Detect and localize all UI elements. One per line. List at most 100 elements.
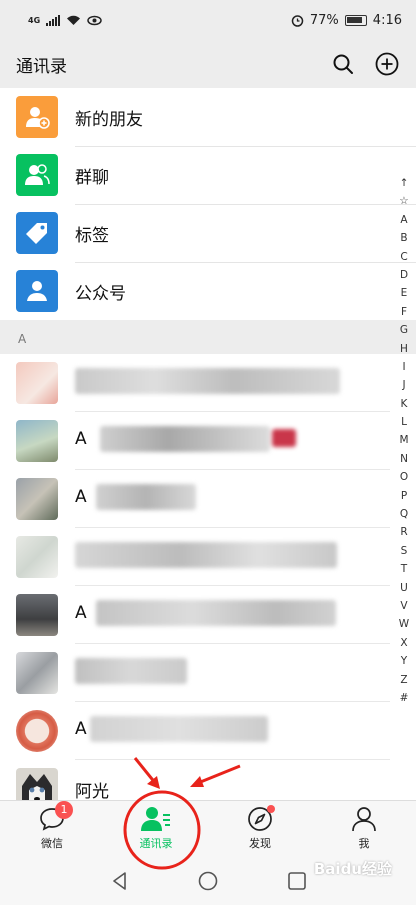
index-letter[interactable]: ↑ (400, 174, 409, 192)
app-header: 通讯录 (0, 40, 416, 88)
index-letter[interactable]: A (400, 211, 407, 229)
index-letter[interactable]: U (400, 579, 408, 597)
contact-row[interactable] (0, 528, 390, 586)
entry-label: 群聊 (75, 167, 109, 188)
signal-icon (46, 14, 61, 26)
contact-row[interactable]: A (0, 702, 390, 760)
tab-label: 微信 (41, 837, 63, 850)
index-letter[interactable]: C (400, 248, 407, 266)
tab-label: 通讯录 (139, 837, 173, 850)
notification-dot (267, 805, 275, 813)
index-letter[interactable]: O (400, 468, 408, 486)
tab-contacts[interactable]: 通讯录 (116, 805, 196, 857)
contact-avatar (16, 478, 58, 520)
new-friends-entry[interactable]: 新的朋友 (0, 88, 390, 146)
network-type: 4G (28, 15, 41, 25)
tab-me[interactable]: 我 (324, 805, 404, 857)
index-letter[interactable]: S (401, 542, 408, 560)
index-letter[interactable]: M (399, 431, 408, 449)
index-letter[interactable]: K (401, 395, 408, 413)
redacted-name (96, 484, 196, 510)
back-icon[interactable] (108, 869, 132, 893)
function-list: 新的朋友 群聊 标签 公众号 (0, 88, 416, 320)
wifi-icon (67, 15, 81, 25)
index-letter[interactable]: Z (400, 671, 407, 689)
contacts-icon (141, 805, 171, 833)
index-letter[interactable]: # (400, 689, 409, 707)
index-letter[interactable]: X (400, 634, 407, 652)
eye-icon (87, 15, 102, 25)
index-letter[interactable]: Y (401, 652, 407, 670)
battery-icon (344, 14, 367, 26)
index-letter[interactable]: E (401, 284, 408, 302)
unread-badge: 1 (55, 801, 73, 819)
index-letter[interactable]: G (400, 321, 408, 339)
section-header: A (0, 320, 416, 354)
index-letter[interactable]: H (400, 340, 408, 358)
add-button[interactable] (374, 51, 400, 77)
tab-discover[interactable]: 发现 (220, 805, 300, 857)
index-letter[interactable]: D (400, 266, 408, 284)
add-friend-icon (16, 96, 58, 138)
contact-name: 阿光 (75, 782, 109, 802)
index-letter[interactable]: Q (400, 505, 408, 523)
contact-name: A (75, 487, 87, 507)
search-button[interactable] (330, 51, 356, 77)
contact-avatar (16, 710, 58, 752)
contact-avatar (16, 362, 58, 404)
contact-avatar (16, 652, 58, 694)
contact-avatar (16, 420, 58, 462)
index-letter[interactable]: R (400, 523, 407, 541)
battery-percent: 77% (309, 12, 339, 28)
tab-chats[interactable]: 1 微信 (12, 801, 92, 857)
contact-row[interactable]: A (0, 412, 390, 470)
add-circle-icon (375, 52, 399, 76)
search-icon (333, 54, 353, 74)
index-letter[interactable]: I (402, 358, 405, 376)
tags-entry[interactable]: 标签 (0, 204, 390, 262)
redacted-name (75, 368, 340, 394)
index-letter[interactable]: B (400, 229, 407, 247)
index-letter[interactable]: ☆ (399, 192, 408, 210)
entry-label: 新的朋友 (75, 109, 143, 130)
group-chat-entry[interactable]: 群聊 (0, 146, 390, 204)
alphabet-index[interactable]: ↑ ☆ A B C D E F G H I J K L M N O P Q R S T U V W X Y Z # (396, 174, 412, 707)
index-letter[interactable]: P (401, 487, 407, 505)
entry-label: 标签 (75, 225, 109, 246)
official-account-icon (16, 270, 58, 312)
index-letter[interactable]: T (401, 560, 407, 578)
contact-row[interactable]: A (0, 586, 390, 644)
official-accounts-entry[interactable]: 公众号 (0, 262, 390, 320)
index-letter[interactable]: J (402, 376, 405, 394)
compass-icon (245, 805, 275, 833)
contact-list: A A A A 阿光 (0, 354, 416, 810)
index-letter[interactable]: L (401, 413, 407, 431)
contact-avatar (16, 536, 58, 578)
clock: 4:16 (372, 12, 402, 28)
redacted-name (96, 600, 336, 626)
index-letter[interactable]: F (401, 303, 407, 321)
contact-row[interactable] (0, 354, 390, 412)
contact-row[interactable] (0, 644, 390, 702)
status-right: 77% 4:16 (291, 13, 402, 28)
header-actions (330, 51, 400, 77)
contact-row[interactable]: A (0, 470, 390, 528)
status-left: 4G (28, 14, 102, 26)
group-chat-icon (16, 154, 58, 196)
bottom-tab-bar: 1 微信 通讯录 发现 我 (0, 800, 416, 857)
entry-label: 公众号 (75, 283, 126, 304)
page-title: 通讯录 (16, 56, 67, 77)
watermark: Baidu经验 (313, 860, 392, 878)
redacted-name (90, 716, 268, 742)
recents-icon[interactable] (285, 869, 309, 893)
redacted-emoji (272, 429, 296, 447)
index-letter[interactable]: N (400, 450, 408, 468)
index-letter[interactable]: W (399, 615, 409, 633)
alarm-clock-icon (291, 14, 304, 27)
tag-icon (16, 212, 58, 254)
index-letter[interactable]: V (400, 597, 407, 615)
tab-label: 我 (358, 837, 370, 850)
person-icon (349, 805, 379, 833)
contact-name: A (75, 429, 87, 449)
home-icon[interactable] (196, 869, 220, 893)
